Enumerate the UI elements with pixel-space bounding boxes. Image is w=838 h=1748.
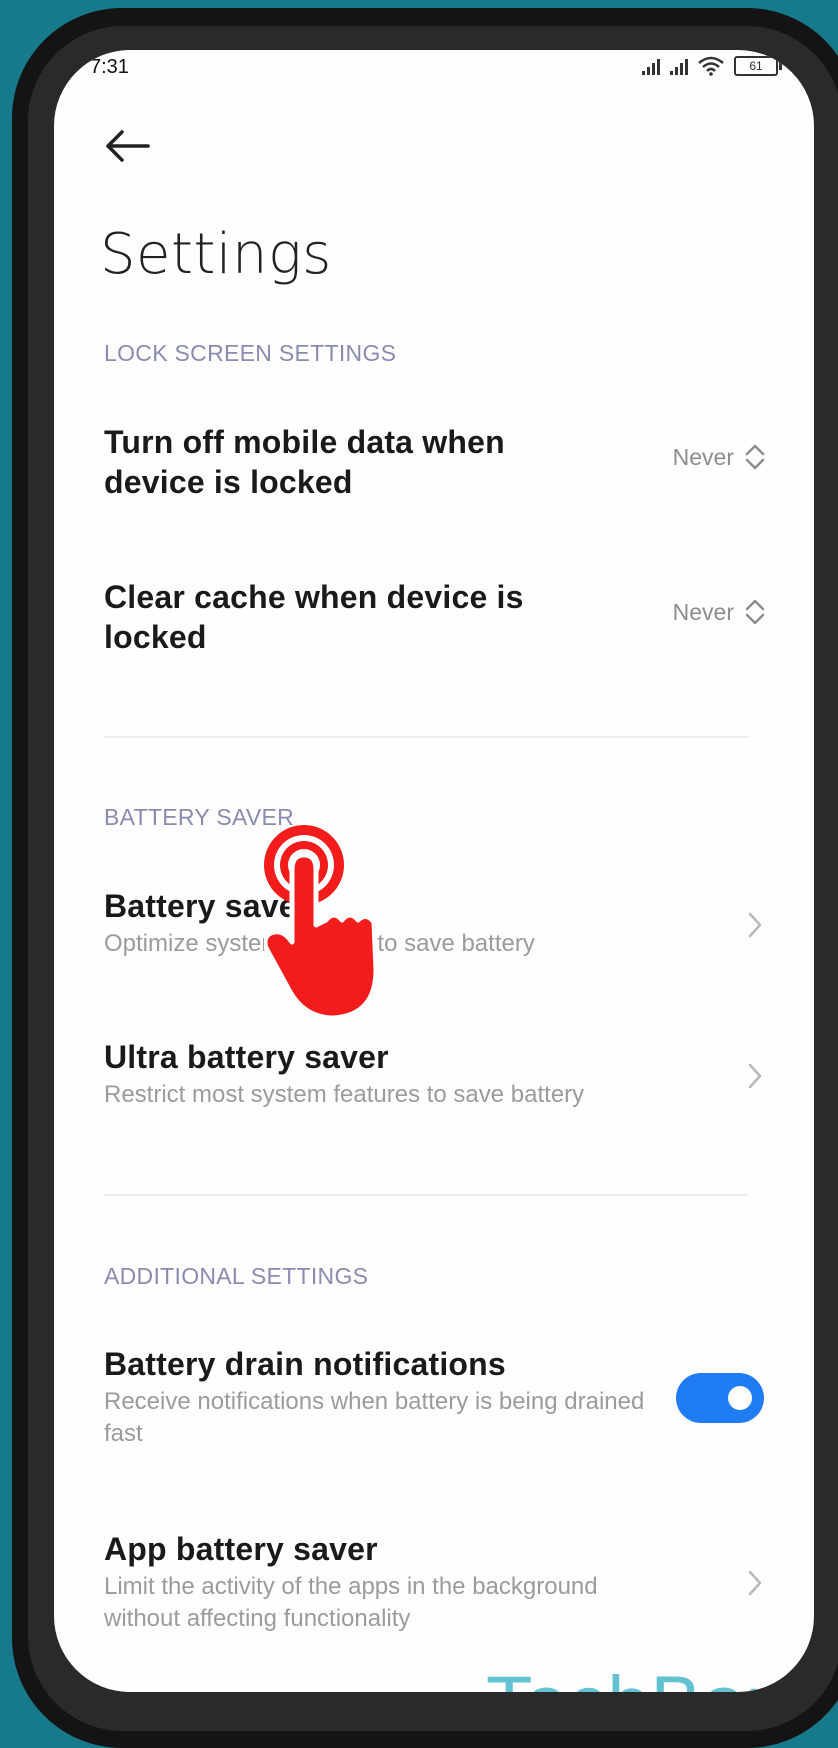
signal-icon	[670, 57, 688, 75]
value-label: Never	[672, 598, 734, 625]
watermark: TechBone	[486, 1660, 814, 1692]
value-label: Never	[672, 443, 734, 470]
item-title: App battery saver	[104, 1531, 378, 1567]
toggle-knob	[728, 1386, 752, 1410]
wifi-icon	[698, 56, 724, 76]
list-item-app-battery-saver[interactable]: App battery saver Limit the activity of …	[104, 1529, 664, 1635]
up-down-chevron-icon	[745, 444, 765, 470]
signal-icon	[642, 57, 660, 75]
item-subtitle: Limit the activity of the apps in the ba…	[104, 1573, 598, 1632]
chevron-right-icon	[748, 1570, 762, 1596]
status-bar: 7:31 61	[54, 50, 814, 90]
item-title: Turn off mobile data when device is lock…	[104, 424, 505, 500]
back-arrow-icon[interactable]	[104, 128, 150, 164]
value-mobile-data[interactable]: Never	[673, 442, 766, 472]
list-item-battery-saver[interactable]: Battery saver Optimize system settings t…	[104, 886, 700, 960]
list-item-ultra-battery-saver[interactable]: Ultra battery saver Restrict most system…	[104, 1037, 700, 1111]
list-item-battery-drain-notifications[interactable]: Battery drain notifications Receive noti…	[104, 1344, 664, 1450]
page-title: Settings	[100, 222, 332, 287]
item-title: Clear cache when device is locked	[104, 579, 524, 655]
battery-drain-toggle[interactable]	[676, 1373, 764, 1423]
phone-screen: 7:31 61 Settings LOCK SCREEN SETTINGS Tu…	[54, 50, 814, 1692]
chevron-right-icon	[748, 1063, 762, 1089]
divider	[104, 736, 748, 738]
battery-icon: 61	[734, 56, 782, 76]
item-subtitle: Restrict most system features to save ba…	[104, 1081, 585, 1108]
value-clear-cache[interactable]: Never	[673, 597, 766, 627]
section-header-battery-saver: BATTERY SAVER	[104, 804, 295, 830]
up-down-chevron-icon	[745, 599, 765, 625]
divider	[104, 1194, 748, 1196]
status-icons: 61	[642, 56, 782, 76]
item-title: Battery drain notifications	[104, 1346, 506, 1382]
item-title: Ultra battery saver	[104, 1039, 389, 1075]
item-subtitle: Optimize system settings to save battery	[104, 930, 535, 957]
section-header-lock-screen: LOCK SCREEN SETTINGS	[104, 340, 397, 366]
item-title: Battery saver	[104, 888, 310, 924]
section-header-additional: ADDITIONAL SETTINGS	[104, 1263, 369, 1289]
item-subtitle: Receive notifications when battery is be…	[104, 1388, 645, 1447]
list-item-mobile-data[interactable]: Turn off mobile data when device is lock…	[104, 422, 604, 502]
chevron-right-icon	[748, 912, 762, 938]
status-time: 7:31	[90, 56, 129, 78]
list-item-clear-cache[interactable]: Clear cache when device is locked	[104, 577, 604, 657]
